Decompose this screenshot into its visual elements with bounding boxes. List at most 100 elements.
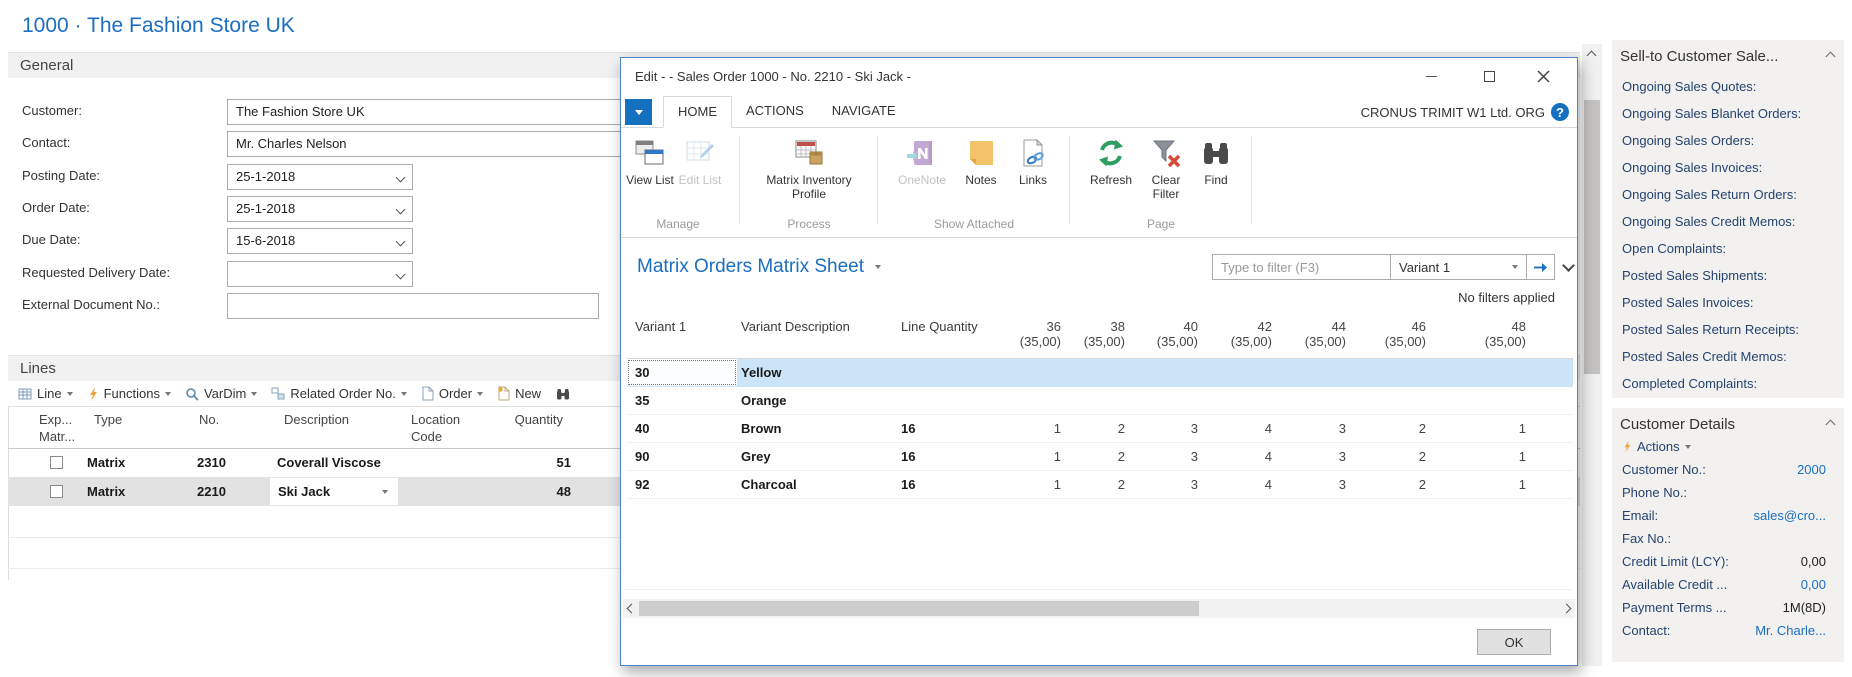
cell-size-qty[interactable]: 1 <box>1430 421 1530 436</box>
external-document-no-field[interactable] <box>227 293 599 319</box>
filter-input[interactable]: Type to filter (F3) <box>1213 260 1390 275</box>
list-item[interactable]: Ongoing Sales Credit Memos: <box>1612 208 1844 235</box>
filter-column-select[interactable]: Variant 1 <box>1391 260 1526 275</box>
cell-size-qty[interactable]: 3 <box>1276 421 1350 436</box>
cell-variant-code[interactable]: 40 <box>627 421 737 436</box>
cell-size-qty[interactable]: 1 <box>995 449 1065 464</box>
cell-variant-code[interactable]: 92 <box>627 477 737 492</box>
collapse-section-icon[interactable] <box>1826 52 1836 62</box>
cell-size-qty[interactable]: 2 <box>1350 449 1430 464</box>
available-credit-link[interactable]: 0,00 <box>1801 573 1826 596</box>
cell-size-qty[interactable]: 3 <box>1276 449 1350 464</box>
expand-matrix-checkbox[interactable] <box>50 485 63 498</box>
cell-size-qty[interactable]: 2 <box>1350 477 1430 492</box>
order-date-dropdown-icon[interactable] <box>396 205 406 215</box>
cell-size-qty[interactable]: 3 <box>1129 477 1202 492</box>
factbox-title[interactable]: Sell-to Customer Sale... <box>1620 48 1778 65</box>
cell-size-qty[interactable]: 4 <box>1202 477 1276 492</box>
col-size-44[interactable]: 44(35,00) <box>1276 319 1350 358</box>
vardim-menu[interactable]: VarDim <box>185 386 257 401</box>
links-button[interactable]: Links <box>1007 132 1059 187</box>
cell-size-qty[interactable]: 3 <box>1276 477 1350 492</box>
cell-line-quantity[interactable]: 16 <box>900 449 995 464</box>
list-item[interactable]: Completed Complaints: <box>1612 370 1844 397</box>
maximize-button[interactable] <box>1477 64 1501 88</box>
cell-size-qty[interactable]: 2 <box>1350 421 1430 436</box>
list-item[interactable]: Ongoing Sales Invoices: <box>1612 154 1844 181</box>
cell-variant-description[interactable]: Charcoal <box>737 477 900 492</box>
list-item[interactable]: Posted Sales Shipments: <box>1612 262 1844 289</box>
tab-actions[interactable]: ACTIONS <box>732 96 818 128</box>
table-row[interactable]: 90 Grey 16 1 2 3 4 3 2 1 <box>627 443 1573 471</box>
matrix-inventory-profile-button[interactable]: Matrix Inventory Profile <box>749 132 869 201</box>
page-vertical-scrollbar[interactable] <box>1582 44 1602 666</box>
posting-date-dropdown-icon[interactable] <box>396 173 406 183</box>
matrix-horizontal-scrollbar[interactable] <box>623 599 1575 618</box>
list-item[interactable]: Ongoing Sales Quotes: <box>1612 73 1844 100</box>
related-order-no-menu[interactable]: Related Order No. <box>271 386 407 401</box>
cell-size-qty[interactable]: 1 <box>995 421 1065 436</box>
col-size-48[interactable]: 48(35,00) <box>1430 319 1530 358</box>
list-item[interactable]: Ongoing Sales Blanket Orders: <box>1612 100 1844 127</box>
contact-link[interactable]: Mr. Charle... <box>1755 619 1826 642</box>
clear-filter-button[interactable]: Clear Filter <box>1140 132 1192 201</box>
line-menu[interactable]: Line <box>18 386 73 401</box>
application-menu-button[interactable] <box>625 99 652 125</box>
due-date-dropdown-icon[interactable] <box>396 237 406 247</box>
scrollbar-thumb[interactable] <box>639 601 1199 616</box>
posting-date-field[interactable]: 25-1-2018 <box>227 164 413 190</box>
filter-go-button[interactable] <box>1526 255 1554 279</box>
table-row[interactable]: 40 Brown 16 1 2 3 4 3 2 1 <box>627 415 1573 443</box>
col-variant-description[interactable]: Variant Description <box>737 319 900 358</box>
close-button[interactable] <box>1531 64 1555 88</box>
cell-size-qty[interactable]: 2 <box>1065 421 1129 436</box>
col-size-38[interactable]: 38(35,00) <box>1065 319 1129 358</box>
minimize-button[interactable] <box>1419 64 1443 88</box>
col-size-42[interactable]: 42(35,00) <box>1202 319 1276 358</box>
table-row[interactable]: 30 Yellow <box>627 359 1573 387</box>
cell-size-qty[interactable]: 3 <box>1129 421 1202 436</box>
refresh-button[interactable]: Refresh <box>1082 132 1140 201</box>
cell-size-qty[interactable]: 1 <box>1430 477 1530 492</box>
list-item[interactable]: Ongoing Sales Orders: <box>1612 127 1844 154</box>
list-item[interactable]: Posted Sales Return Receipts: <box>1612 316 1844 343</box>
find-lines-button[interactable] <box>555 387 571 401</box>
col-size-36[interactable]: 36(35,00) <box>995 319 1065 358</box>
order-date-field[interactable]: 25-1-2018 <box>227 196 413 222</box>
collapse-header-icon[interactable] <box>1562 259 1575 272</box>
cell-type[interactable]: Matrix <box>87 484 125 499</box>
cell-line-quantity[interactable]: 16 <box>900 477 995 492</box>
list-item[interactable]: Posted Sales Invoices: <box>1612 289 1844 316</box>
contact-field[interactable]: Mr. Charles Nelson <box>227 131 647 157</box>
find-button[interactable]: Find <box>1192 132 1240 201</box>
factbox-title[interactable]: Customer Details <box>1620 416 1735 433</box>
email-link[interactable]: sales@cro... <box>1754 504 1826 527</box>
description-dropdown-icon[interactable] <box>382 490 388 494</box>
cell-type[interactable]: Matrix <box>87 455 125 470</box>
actions-menu[interactable]: Actions <box>1612 437 1844 458</box>
cell-variant-description[interactable]: Brown <box>737 421 900 436</box>
ok-button[interactable]: OK <box>1477 629 1551 655</box>
cell-variant-code[interactable]: 35 <box>627 393 737 408</box>
customer-field[interactable]: The Fashion Store UK <box>227 99 647 125</box>
col-size-46[interactable]: 46(35,00) <box>1350 319 1430 358</box>
notes-button[interactable]: Notes <box>955 132 1007 187</box>
table-row[interactable]: 92 Charcoal 16 1 2 3 4 3 2 1 <box>627 471 1573 499</box>
cell-description[interactable]: Coverall Viscose <box>277 455 381 470</box>
scroll-up-icon[interactable] <box>1587 51 1597 61</box>
requested-delivery-date-field[interactable] <box>227 261 413 287</box>
requested-delivery-date-dropdown-icon[interactable] <box>396 270 406 280</box>
new-button[interactable]: New <box>497 386 541 401</box>
expand-matrix-checkbox[interactable] <box>50 456 63 469</box>
collapse-section-icon[interactable] <box>1826 420 1836 430</box>
cell-variant-description[interactable]: Grey <box>737 449 900 464</box>
cell-size-qty[interactable]: 1 <box>995 477 1065 492</box>
list-item[interactable]: Ongoing Sales Return Orders: <box>1612 181 1844 208</box>
order-menu[interactable]: Order <box>421 386 483 401</box>
scrollbar-thumb[interactable] <box>1584 100 1600 374</box>
tab-home[interactable]: HOME <box>663 96 732 128</box>
cell-quantity[interactable]: 51 <box>481 455 571 470</box>
cell-no[interactable]: 2310 <box>197 455 226 470</box>
help-icon[interactable] <box>1551 103 1569 121</box>
col-size-40[interactable]: 40(35,00) <box>1129 319 1202 358</box>
